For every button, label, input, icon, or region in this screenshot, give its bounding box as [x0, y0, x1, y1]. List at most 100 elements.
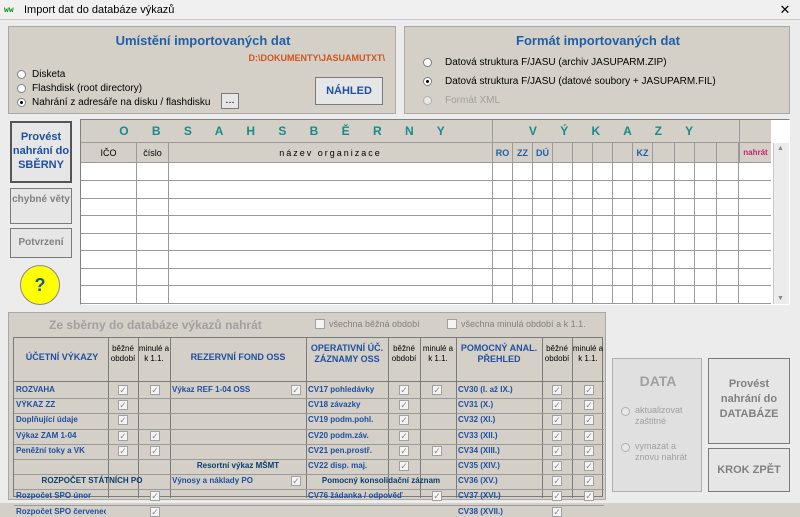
operative-row-5[interactable]: CV22 disp. maj.: [308, 461, 386, 470]
chk-current[interactable]: ✓: [552, 506, 562, 517]
chk-past[interactable]: ✓: [150, 506, 160, 517]
chk-past[interactable]: ✓: [150, 491, 160, 502]
chk-past[interactable]: ✓: [150, 430, 160, 441]
grid-rows[interactable]: [81, 163, 771, 304]
accounting-row-4[interactable]: Peněžní toky a VK: [16, 446, 106, 455]
operative-row-4[interactable]: CV21 pen.prostř.: [308, 446, 386, 455]
chk-current[interactable]: ✓: [399, 400, 409, 411]
chk-past[interactable]: ✓: [584, 400, 594, 411]
chk-past[interactable]: ✓: [584, 385, 594, 395]
table-row[interactable]: [81, 285, 771, 304]
checkbox-icon[interactable]: [315, 319, 325, 329]
chk-current[interactable]: ✓: [118, 430, 128, 441]
radio-format-fil[interactable]: Datová struktura F/JASU (datové soubory …: [423, 76, 763, 88]
close-icon[interactable]: ✕: [776, 2, 794, 18]
all-past-checkbox[interactable]: všechna minulá období a k 1.1.: [447, 319, 607, 331]
operative-row-1[interactable]: CV18 závazky: [308, 400, 386, 409]
error-rows-button[interactable]: chybné věty: [10, 188, 72, 224]
accounting-row-1[interactable]: VÝKAZ ZZ: [16, 400, 106, 409]
scroll-up-icon[interactable]: ▲: [777, 145, 784, 152]
analytic-row-2[interactable]: CV32 (XI.): [458, 415, 540, 424]
chk-current[interactable]: ✓: [118, 415, 128, 426]
chk-current[interactable]: ✓: [552, 491, 562, 502]
radio-format-xml[interactable]: Formát XML: [423, 95, 763, 107]
radio-icon[interactable]: [621, 443, 630, 452]
budget-row-0[interactable]: Rozpočet SPO únor: [16, 491, 106, 500]
chk-past[interactable]: ✓: [584, 415, 594, 426]
upload-to-database-button[interactable]: Provést nahrání do DATABÁZE: [708, 358, 790, 444]
radio-directory[interactable]: Nahrání z adresáře na disku / flashdisku: [17, 97, 237, 109]
reserve-row-0[interactable]: Výkaz REF 1-04 OSS: [172, 385, 288, 394]
radio-format-zip[interactable]: Datová struktura F/JASU (archiv JASUPARM…: [423, 57, 763, 69]
radio-icon[interactable]: [17, 98, 26, 107]
help-button[interactable]: ?: [20, 265, 60, 305]
table-row[interactable]: [81, 198, 771, 216]
chk-current[interactable]: ✓: [118, 400, 128, 411]
operative-row-3[interactable]: CV20 podm.záv.: [308, 431, 386, 440]
chk-current[interactable]: ✓: [552, 415, 562, 426]
chk-current[interactable]: ✓: [399, 385, 409, 395]
msmt-row-0[interactable]: Výnosy a náklady PO: [172, 476, 288, 485]
chk-msmt[interactable]: ✓: [291, 476, 301, 487]
chk-past[interactable]: ✓: [432, 491, 442, 502]
analytic-row-1[interactable]: CV31 (X.): [458, 400, 540, 409]
table-row[interactable]: [81, 180, 771, 199]
operative-row-0[interactable]: CV17 pohledávky: [308, 385, 386, 394]
all-current-checkbox[interactable]: všechna běžná období: [315, 319, 455, 331]
analytic-row-3[interactable]: CV33 (XII.): [458, 431, 540, 440]
step-back-button[interactable]: KROK ZPĚT: [708, 448, 790, 492]
chk-current[interactable]: ✓: [552, 476, 562, 487]
table-row[interactable]: [81, 215, 771, 234]
chk-current[interactable]: ✓: [552, 385, 562, 395]
table-row[interactable]: [81, 163, 771, 181]
analytic-row-4[interactable]: CV34 (XIII.): [458, 446, 540, 455]
chk-current[interactable]: ✓: [552, 400, 562, 411]
accounting-row-2[interactable]: Doplňující údaje: [16, 415, 106, 424]
upload-to-collection-button[interactable]: Provést nahrání do SBĚRNY: [10, 121, 72, 183]
chk-ref[interactable]: ✓: [291, 385, 301, 395]
table-row[interactable]: [81, 250, 771, 269]
radio-update[interactable]: aktualizovat zaštitné: [621, 405, 701, 433]
radio-disketa[interactable]: Disketa: [17, 69, 237, 81]
budget-row-1[interactable]: Rozpočet SPO červenec: [16, 507, 106, 516]
table-row[interactable]: [81, 268, 771, 286]
radio-icon[interactable]: [621, 407, 630, 416]
radio-icon[interactable]: [17, 70, 26, 79]
chk-current[interactable]: ✓: [552, 445, 562, 456]
chk-past[interactable]: ✓: [432, 445, 442, 456]
chk-current[interactable]: ✓: [552, 461, 562, 471]
analytic-row-7[interactable]: CV37 (XVI.): [458, 491, 540, 500]
operative-row-2[interactable]: CV19 podm.pohl.: [308, 415, 386, 424]
analytic-row-6[interactable]: CV36 (XV.): [458, 476, 540, 485]
chk-past[interactable]: ✓: [584, 445, 594, 456]
analytic-row-0[interactable]: CV30 (I. až IX.): [458, 385, 540, 394]
accounting-row-3[interactable]: Výkaz ZAM 1-04: [16, 431, 106, 440]
confirm-button[interactable]: Potvrzení: [10, 228, 72, 258]
chk-current[interactable]: ✓: [399, 415, 409, 426]
radio-icon[interactable]: [423, 77, 432, 86]
chk-past[interactable]: ✓: [584, 476, 594, 487]
radio-flashdisk[interactable]: Flashdisk (root directory): [17, 83, 237, 95]
analytic-row-5[interactable]: CV35 (XIV.): [458, 461, 540, 470]
table-row[interactable]: [81, 233, 771, 251]
chk-past[interactable]: ✓: [432, 385, 442, 395]
radio-replace[interactable]: vymazat a znovu nahrát: [621, 441, 701, 469]
chk-past[interactable]: ✓: [150, 385, 160, 395]
accounting-row-0[interactable]: ROZVAHA: [16, 385, 106, 394]
browse-button[interactable]: ...: [221, 93, 239, 109]
chk-past[interactable]: ✓: [584, 461, 594, 471]
chk-past[interactable]: ✓: [150, 445, 160, 456]
scroll-down-icon[interactable]: ▼: [777, 295, 784, 302]
chk-past[interactable]: ✓: [584, 430, 594, 441]
chk-past[interactable]: ✓: [584, 491, 594, 502]
chk-current[interactable]: ✓: [399, 461, 409, 471]
chk-current[interactable]: ✓: [118, 385, 128, 395]
chk-current[interactable]: ✓: [118, 445, 128, 456]
radio-icon[interactable]: [423, 58, 432, 67]
chk-current[interactable]: ✓: [552, 430, 562, 441]
vertical-scrollbar[interactable]: ▲ ▼: [773, 143, 789, 304]
consolidation-row-0[interactable]: CV76 žádanka / odpověď: [308, 491, 418, 500]
preview-button[interactable]: NÁHLED: [315, 77, 383, 105]
radio-icon[interactable]: [423, 96, 432, 105]
radio-icon[interactable]: [17, 84, 26, 93]
